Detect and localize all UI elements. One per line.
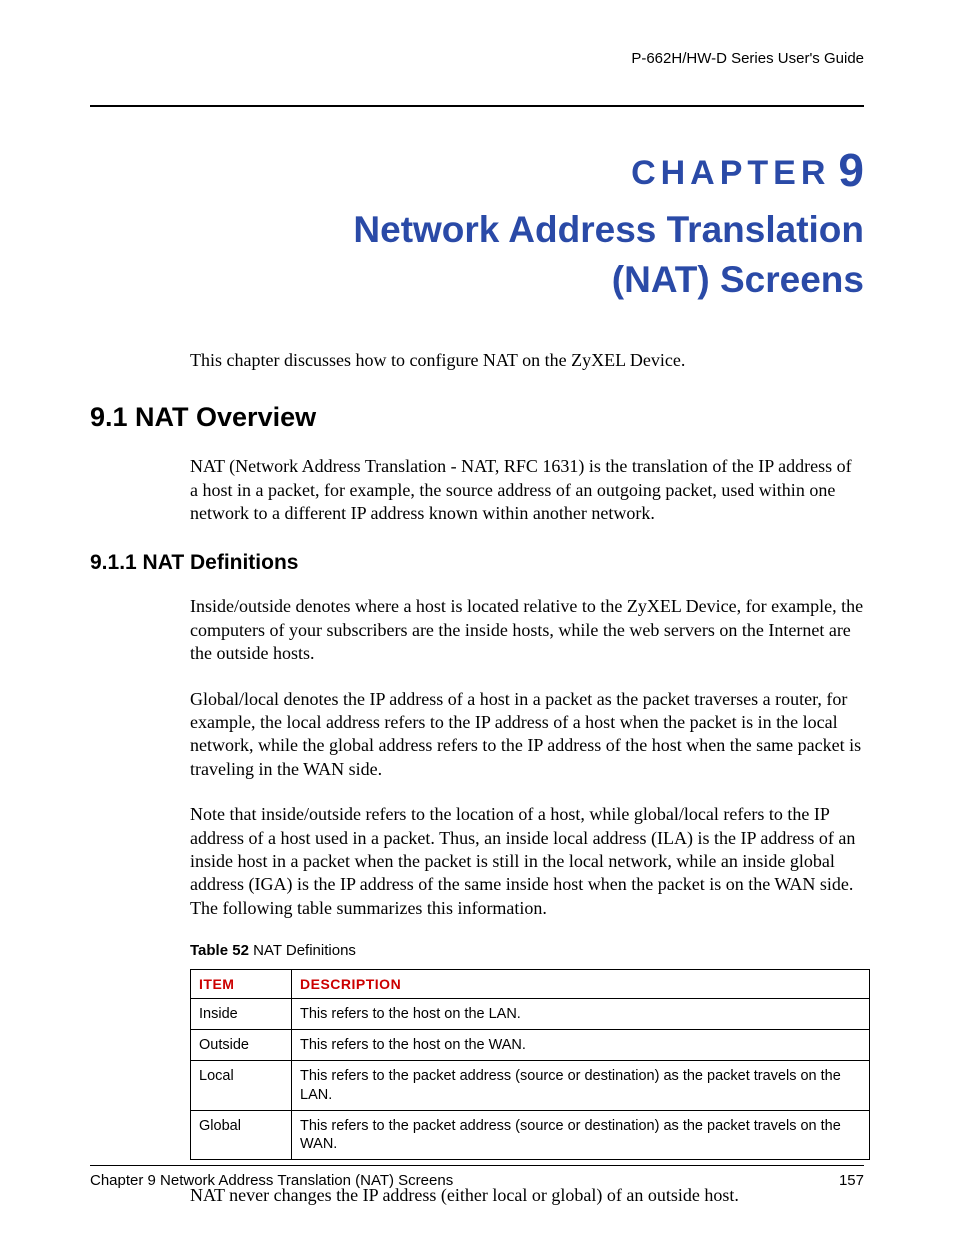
chapter-intro: This chapter discusses how to configure … (190, 349, 864, 372)
footer-chapter-title: Chapter 9 Network Address Translation (N… (90, 1172, 453, 1189)
section-heading-9-1: 9.1 NAT Overview (90, 402, 864, 433)
col-header-item: ITEM (191, 970, 292, 999)
section-heading-9-1-1: 9.1.1 NAT Definitions (90, 551, 864, 575)
section-9-1-1-para-3: Note that inside/outside refers to the l… (190, 803, 864, 920)
cell-desc: This refers to the host on the LAN. (292, 999, 870, 1030)
table-caption-title: NAT Definitions (249, 942, 356, 959)
section-9-1-1-para-2: Global/local denotes the IP address of a… (190, 688, 864, 782)
footer-rule (90, 1165, 864, 1166)
guide-title: P-662H/HW-D Series User's Guide (631, 50, 864, 67)
page-footer: Chapter 9 Network Address Translation (N… (90, 1165, 864, 1189)
chapter-title-line-1: Network Address Translation (353, 209, 864, 250)
col-header-description: DESCRIPTION (292, 970, 870, 999)
table-row: Global This refers to the packet address… (191, 1110, 870, 1159)
section-9-1-para: NAT (Network Address Translation - NAT, … (190, 455, 864, 525)
cell-item: Inside (191, 999, 292, 1030)
chapter-title: Network Address Translation (NAT) Screen… (90, 205, 864, 305)
footer-page-number: 157 (839, 1172, 864, 1189)
page: P-662H/HW-D Series User's Guide CHAPTER9… (0, 0, 954, 1235)
table-row: Outside This refers to the host on the W… (191, 1030, 870, 1061)
table-row: Inside This refers to the host on the LA… (191, 999, 870, 1030)
table-row: Local This refers to the packet address … (191, 1061, 870, 1110)
cell-desc: This refers to the host on the WAN. (292, 1030, 870, 1061)
page-header: P-662H/HW-D Series User's Guide (90, 50, 864, 75)
chapter-label-prefix: CHAPTER (631, 154, 830, 192)
table-caption: Table 52 NAT Definitions (190, 942, 864, 959)
chapter-title-line-2: (NAT) Screens (612, 259, 864, 300)
cell-item: Global (191, 1110, 292, 1159)
table-caption-number: Table 52 (190, 942, 249, 959)
chapter-label: CHAPTER9 (90, 143, 864, 197)
nat-definitions-table: ITEM DESCRIPTION Inside This refers to t… (190, 969, 870, 1160)
cell-item: Local (191, 1061, 292, 1110)
section-9-1-1-para-1: Inside/outside denotes where a host is l… (190, 595, 864, 665)
table-header-row: ITEM DESCRIPTION (191, 970, 870, 999)
cell-desc: This refers to the packet address (sourc… (292, 1110, 870, 1159)
footer-row: Chapter 9 Network Address Translation (N… (90, 1172, 864, 1189)
cell-desc: This refers to the packet address (sourc… (292, 1061, 870, 1110)
cell-item: Outside (191, 1030, 292, 1061)
chapter-label-number: 9 (838, 144, 864, 196)
header-rule (90, 105, 864, 107)
